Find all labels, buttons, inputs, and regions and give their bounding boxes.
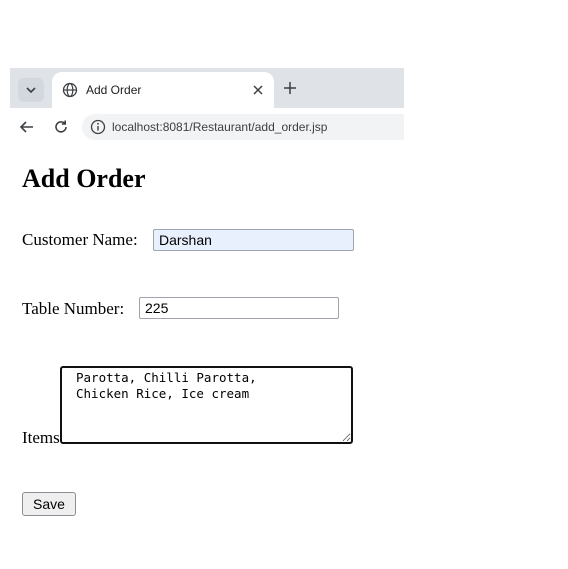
back-arrow-icon bbox=[19, 121, 33, 133]
tab-close-button[interactable] bbox=[248, 80, 268, 100]
table-number-label: Table Number: bbox=[22, 299, 125, 318]
page-content: Add Order Customer Name: Table Number: I… bbox=[10, 146, 404, 554]
plus-icon bbox=[284, 82, 296, 94]
back-button[interactable] bbox=[16, 116, 38, 138]
close-icon bbox=[253, 85, 263, 95]
items-label: Items: bbox=[22, 428, 65, 447]
globe-icon bbox=[62, 82, 78, 98]
items-textarea[interactable]: Parotta, Chilli Parotta, Chicken Rice, I… bbox=[60, 366, 353, 444]
customer-name-field[interactable] bbox=[153, 229, 354, 251]
table-number-field[interactable] bbox=[139, 297, 339, 319]
page-title: Add Order bbox=[22, 164, 146, 193]
save-button[interactable]: Save bbox=[22, 492, 76, 516]
info-icon[interactable] bbox=[90, 119, 106, 135]
customer-name-label: Customer Name: bbox=[22, 230, 138, 249]
reload-button[interactable] bbox=[50, 116, 72, 138]
url-text[interactable]: localhost:8081/Restaurant/add_order.jsp bbox=[112, 119, 327, 135]
reload-icon bbox=[55, 120, 67, 133]
tab-add-order[interactable]: Add Order bbox=[52, 72, 274, 108]
address-bar[interactable]: localhost:8081/Restaurant/add_order.jsp bbox=[82, 114, 404, 140]
tab-search-button[interactable] bbox=[18, 78, 44, 102]
new-tab-button[interactable] bbox=[278, 76, 302, 100]
tab-bar: Add Order bbox=[10, 68, 404, 108]
browser-window: Add Order localhost:8081/Restaurant/add_… bbox=[10, 68, 404, 554]
browser-toolbar: localhost:8081/Restaurant/add_order.jsp bbox=[10, 108, 404, 146]
tab-title: Add Order bbox=[86, 83, 142, 97]
chevron-down-icon bbox=[26, 87, 36, 94]
